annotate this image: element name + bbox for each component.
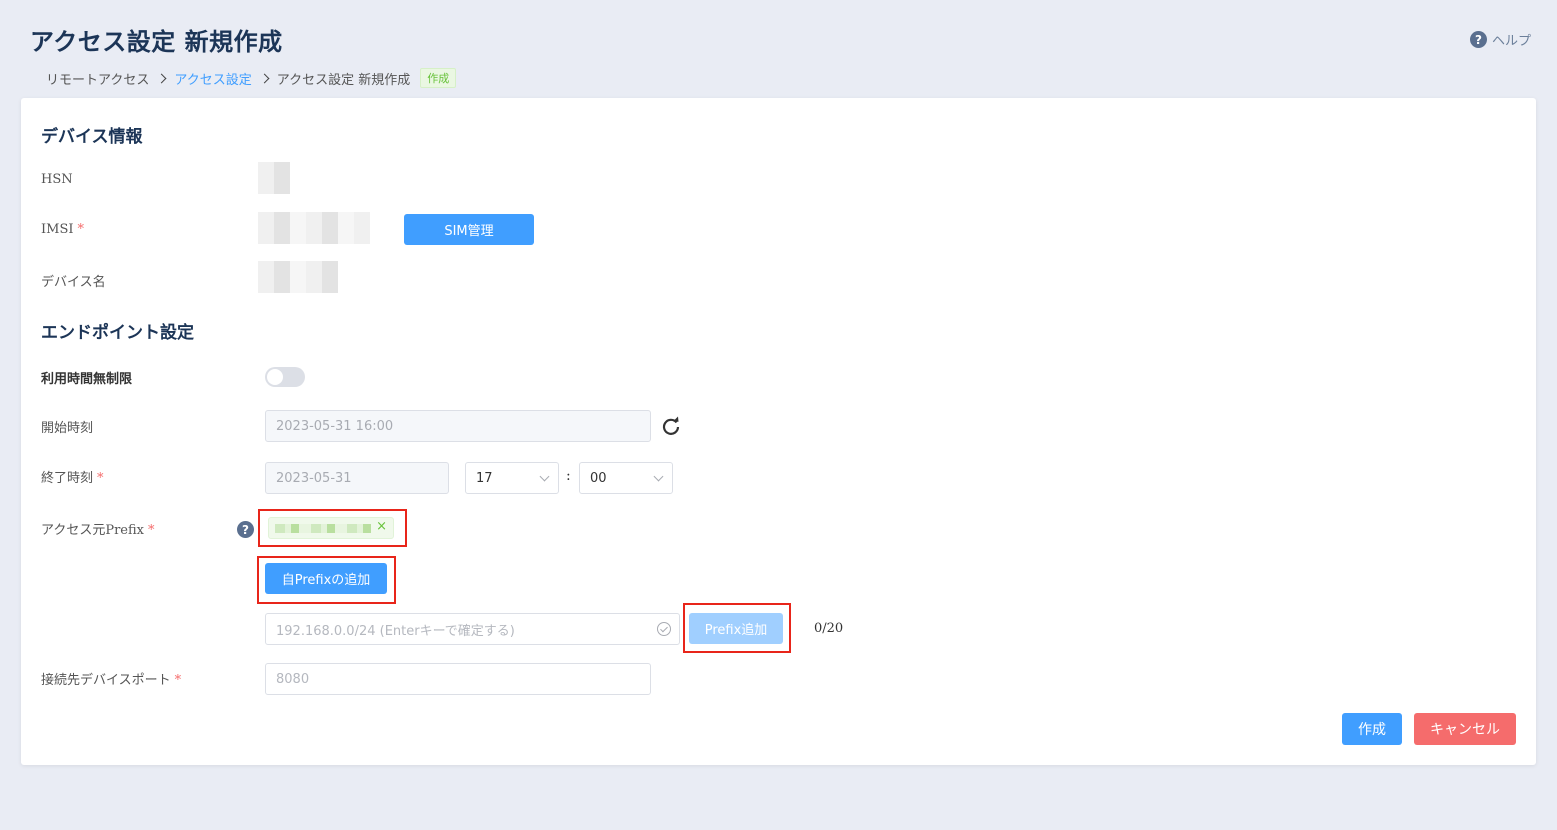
device-name-value-redacted — [258, 261, 338, 293]
form-card: デバイス情報 HSN IMSI * SIM管理 デバイス名 エンドポイント設定 利… — [21, 98, 1536, 765]
prefix-input-placeholder: 192.168.0.0/24 (Enterキーで確定する) — [276, 623, 515, 639]
cancel-button[interactable]: キャンセル — [1414, 713, 1516, 745]
toggle-knob — [267, 369, 283, 385]
question-icon: ? — [1469, 31, 1487, 48]
sim-management-button[interactable]: SIM管理 — [404, 214, 534, 245]
create-button[interactable]: 作成 — [1342, 713, 1402, 745]
access-prefix-label: アクセス元Prefix * — [41, 523, 155, 538]
start-time-input: 2023-05-31 16:00 — [265, 410, 651, 442]
device-info-title: デバイス情報 — [41, 127, 143, 147]
add-prefix-button[interactable]: Prefix追加 — [689, 613, 783, 644]
imsi-value-redacted — [258, 212, 370, 244]
question-icon[interactable]: ? — [237, 521, 254, 538]
status-badge: 作成 — [420, 68, 457, 88]
prefix-tag: × — [268, 517, 394, 539]
time-separator: : — [566, 468, 571, 484]
device-port-label: 接続先デバイスポート * — [41, 673, 182, 688]
breadcrumb-access-settings[interactable]: アクセス設定 — [174, 69, 251, 88]
help-link[interactable]: ? ヘルプ — [1469, 30, 1531, 49]
add-own-prefix-button[interactable]: 自Prefixの追加 — [265, 563, 387, 594]
page-title: アクセス設定 新規作成 — [30, 27, 283, 56]
endpoint-settings-title: エンドポイント設定 — [41, 323, 194, 343]
unlimited-time-toggle[interactable] — [265, 367, 305, 387]
breadcrumb: リモートアクセス アクセス設定 アクセス設定 新規作成 作成 — [46, 68, 457, 88]
end-hour-value: 17 — [476, 470, 493, 486]
unlimited-time-label: 利用時間無制限 — [41, 372, 133, 387]
chevron-down-icon — [539, 471, 550, 482]
check-circle-icon — [657, 622, 671, 636]
prefix-tag-value-redacted — [275, 524, 371, 533]
device-name-label: デバイス名 — [41, 275, 106, 290]
end-time-label: 終了時刻 * — [41, 471, 104, 486]
chevron-right-icon — [156, 73, 167, 83]
hsn-value-redacted — [258, 162, 290, 194]
prefix-input[interactable]: 192.168.0.0/24 (Enterキーで確定する) — [265, 613, 680, 645]
prefix-counter: 0/20 — [814, 621, 844, 636]
chevron-right-icon — [259, 73, 270, 83]
start-time-label: 開始時刻 — [41, 421, 94, 436]
help-label: ヘルプ — [1491, 34, 1531, 49]
end-minute-select[interactable]: 00 — [579, 462, 673, 494]
end-minute-value: 00 — [590, 470, 607, 486]
chevron-down-icon — [653, 471, 664, 482]
imsi-label: IMSI * — [41, 222, 84, 237]
breadcrumb-current: アクセス設定 新規作成 — [276, 72, 411, 88]
hsn-label: HSN — [41, 172, 73, 187]
end-date-input: 2023-05-31 — [265, 462, 449, 494]
breadcrumb-remote-access[interactable]: リモートアクセス — [46, 69, 149, 88]
close-icon[interactable]: × — [376, 519, 387, 534]
device-port-input[interactable]: 8080 — [265, 663, 651, 695]
end-hour-select[interactable]: 17 — [465, 462, 559, 494]
refresh-icon[interactable] — [661, 416, 681, 436]
